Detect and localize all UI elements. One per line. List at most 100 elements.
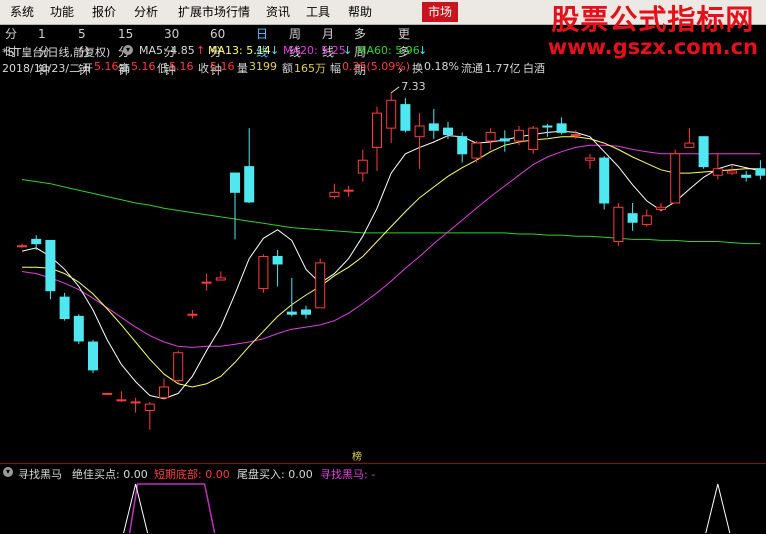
candle-body [599,157,610,204]
candle-body [556,123,567,133]
candle-body [528,127,539,151]
ma20-value: MA20: 5.25 [283,44,346,57]
candle-body [471,142,482,159]
candle-body [712,168,723,176]
candle-body [741,174,752,178]
arrow-down-icon: ↓ [418,44,428,57]
candle-body [88,341,98,371]
indicator-xzhm: 寻找黑马: - [320,468,376,481]
candle-body [159,386,169,399]
candle-body [272,255,283,265]
volume-value: 3199 [249,60,277,73]
candle-body [17,245,27,248]
candle-body [73,315,84,342]
indicator-header: ▾ 寻找黑马 绝佳买点: 0.00 短期底部: 0.00 尾盘买入: 0.00 … [0,463,766,482]
menu-analysis[interactable]: 分析 [130,0,162,24]
menu-system[interactable]: 系统 [6,0,38,24]
candle-body [641,215,652,225]
watermark-url: www.gszx.com.cn [547,35,758,59]
candle-body [400,104,411,131]
candle-body [755,168,766,176]
candle-body [201,281,212,284]
candle-body [627,213,638,223]
indicator-weipan: 尾盘买入: 0.00 [237,468,313,481]
candle-body [301,309,311,315]
arrow-down-icon: ↓ [343,44,353,57]
close-value: 5.16 [210,60,235,73]
candle-body [656,206,666,210]
candle-body [187,313,198,316]
candle-body [570,134,581,137]
candlestick-chart[interactable]: 7.33 [0,74,766,462]
ma20-line [21,144,761,348]
candle-body [457,136,468,155]
ranking-badge: 榜 [352,452,362,463]
candle-body [499,138,510,142]
buy-signal-pulse [705,483,731,534]
open-value: 5.16 [94,60,119,73]
candle-body [698,136,709,168]
candle-body [613,206,624,243]
candle-body [485,131,496,142]
market-tab[interactable]: 市场 [422,2,459,22]
indicator-name: 寻找黑马 [18,468,62,481]
candle-body [357,159,368,174]
ma5-value: MA5: 4.85 [139,44,195,57]
candle-body [315,262,326,309]
candle-body [542,125,553,128]
stock-title: *ST皇台(日线,前复权) [2,46,111,59]
candle-body [286,311,297,315]
chevron-down-icon[interactable]: ▾ [123,45,133,55]
candle-body [258,255,269,290]
high-annotation-label: 7.33 [401,80,426,93]
stage-signal-line [128,483,216,534]
arrow-down-icon: ↓ [270,44,280,57]
candle-body [215,277,226,281]
candle-body [329,191,340,198]
arrow-up-icon: ↑ [196,44,206,57]
menu-news[interactable]: 资讯 [262,0,294,24]
watermark-title: 股票公式指标网 [551,3,755,36]
menu-function[interactable]: 功能 [46,0,78,24]
menu-help[interactable]: 帮助 [344,0,376,24]
menu-extended-market[interactable]: 扩展市场行情 [174,0,254,24]
candle-body [585,157,595,161]
candle-body [116,399,127,402]
change-value: 0.25(5.09%) [342,60,411,73]
candle-body [514,129,524,142]
turnover-value: 0.18% [424,60,459,73]
menu-tools[interactable]: 工具 [302,0,334,24]
candle-body [443,127,453,136]
chevron-down-icon[interactable]: ▾ [3,467,13,477]
ma13-value: MA13: 5.14 [208,44,271,57]
candle-body [230,172,240,193]
ma60-value: MA60: 5.96 [357,44,420,57]
candle-body [144,403,155,411]
candle-body [31,238,42,245]
high-annotation-pointer [390,86,400,94]
menu-quote[interactable]: 报价 [88,0,120,24]
high-value: 5.16 [131,60,156,73]
candle-body [244,166,255,203]
buy-signal-pulse [123,483,149,534]
low-value: 5.16 [169,60,194,73]
candle-body [372,112,382,148]
candle-body [59,296,70,320]
candle-body [343,189,354,192]
indicator-chart[interactable] [0,481,766,534]
ma5-line [21,130,761,400]
candle-body [727,170,737,174]
candle-body [428,123,439,131]
ma60-line [21,179,761,245]
candle-body [102,392,113,395]
candle-body [386,99,397,129]
candle-body [670,153,681,204]
candle-body [130,401,141,404]
candle-body [684,142,695,148]
candle-body [414,125,425,138]
site-watermark: 股票公式指标网 www.gszx.com.cn [547,3,758,59]
candle-body [45,239,56,292]
indicator-duanqi: 短期底部: 0.00 [154,468,230,481]
indicator-jiajia: 绝佳买点: 0.00 [72,468,148,481]
candle-body [173,352,184,382]
